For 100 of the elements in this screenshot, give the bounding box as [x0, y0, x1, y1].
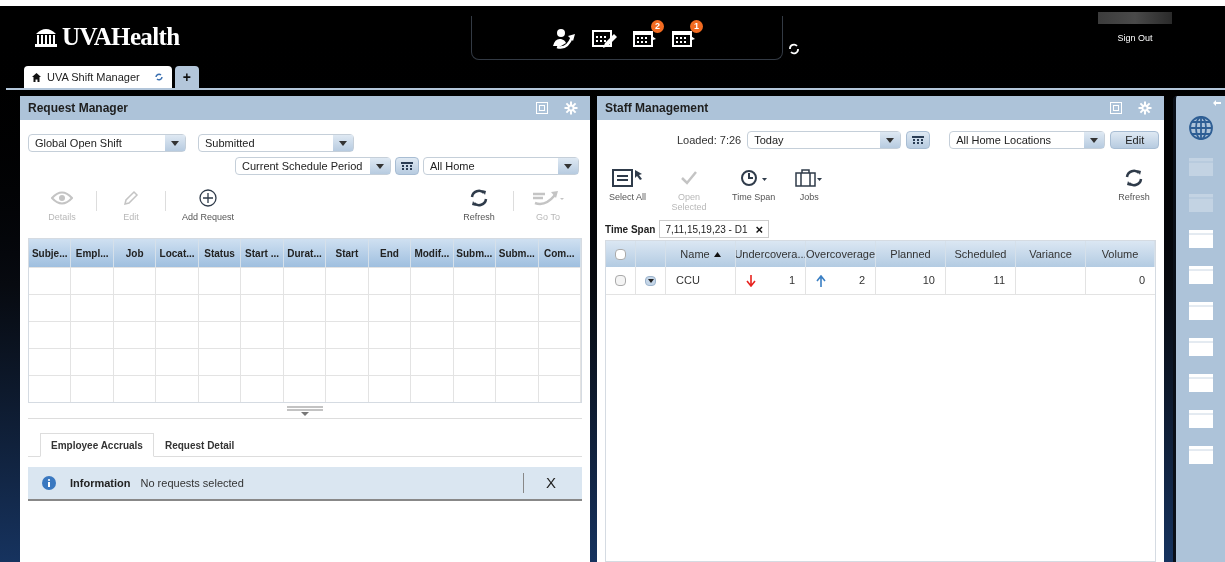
time-span-label: Time Span — [605, 222, 656, 237]
notification-badge: 1 — [690, 20, 703, 33]
pencil-icon — [123, 190, 139, 206]
splitter-handle[interactable] — [287, 406, 323, 416]
globe-icon[interactable] — [1188, 116, 1213, 140]
column-header[interactable]: Start — [326, 239, 369, 267]
sync-icon[interactable] — [788, 43, 800, 55]
app-tab[interactable]: + — [174, 66, 199, 88]
caret-icon — [171, 140, 179, 146]
caret-icon — [339, 140, 347, 146]
column-header[interactable]: Volume — [1086, 241, 1155, 267]
window-icon[interactable] — [1188, 374, 1213, 392]
column-header[interactable]: Empl... — [71, 239, 114, 267]
table-cell-text: CCU — [676, 273, 700, 289]
dropdown[interactable]: All Home Locations — [949, 131, 1106, 149]
window-icon[interactable] — [1188, 410, 1213, 428]
down-arrow-icon — [746, 274, 756, 287]
caret-icon — [886, 137, 895, 143]
column-header[interactable]: Subm... — [496, 239, 539, 267]
column-header[interactable]: Job — [113, 239, 157, 267]
settings-icon[interactable] — [564, 101, 578, 115]
grid-icon — [401, 161, 413, 171]
calendar-pencil-icon — [592, 28, 618, 50]
column-header[interactable]: Status — [198, 239, 242, 267]
panel-title: Staff Management — [605, 100, 710, 117]
tab[interactable]: Request Detail — [153, 433, 246, 457]
window-icon[interactable] — [1188, 302, 1213, 320]
window-icon[interactable] — [1188, 230, 1213, 248]
select-all-icon — [611, 169, 644, 187]
maximize-icon[interactable] — [1110, 102, 1122, 114]
calendar-icon — [672, 28, 696, 48]
dropdown[interactable]: All Home — [423, 157, 579, 175]
collapse-arrow-icon[interactable] — [1213, 100, 1221, 106]
add-icon — [199, 189, 217, 207]
grid-icon — [912, 135, 925, 145]
toolbar-button[interactable]: Refresh — [1108, 167, 1160, 202]
column-header[interactable]: Overcoverage — [806, 241, 876, 267]
caret-icon — [647, 278, 654, 283]
maximize-icon[interactable] — [536, 102, 548, 114]
calendar-icon — [633, 28, 657, 48]
toolbar-button[interactable]: Refresh — [453, 187, 505, 222]
edit-button[interactable]: Edit — [1110, 131, 1160, 149]
column-header[interactable]: Locat... — [156, 239, 199, 267]
refresh-icon — [469, 188, 489, 208]
loaded-time: Loaded: 7:26 — [677, 132, 742, 148]
column-header[interactable]: Variance — [1016, 241, 1086, 267]
panel-title: Request Manager — [28, 100, 130, 117]
building-icon — [34, 26, 58, 47]
logo: UVAHealth — [34, 24, 180, 49]
expand-button[interactable] — [645, 275, 656, 286]
dropdown[interactable]: Submitted — [198, 134, 354, 152]
toolbar-button[interactable]: Select All — [601, 167, 655, 202]
column-header[interactable]: End — [368, 239, 412, 267]
clock-icon — [739, 169, 768, 187]
calendar-button[interactable] — [906, 131, 931, 149]
header-checkbox[interactable] — [615, 248, 626, 260]
info-message: No requests selected — [140, 475, 244, 491]
column-header[interactable]: Subje... — [29, 239, 72, 267]
dropdown[interactable]: Current Schedule Period — [235, 157, 391, 175]
eye-icon — [51, 191, 73, 205]
toolbar-button[interactable]: Jobs — [783, 167, 836, 202]
refresh-icon[interactable] — [153, 72, 164, 82]
calendar-button[interactable] — [395, 157, 419, 175]
column-header[interactable]: Modif... — [411, 239, 454, 267]
dropdown[interactable]: Today — [747, 131, 902, 149]
dropdown[interactable]: Global Open Shift — [28, 134, 186, 152]
window-icon[interactable] — [1188, 446, 1213, 464]
briefcase-icon — [795, 169, 824, 187]
toolbar-button[interactable]: Time Span — [724, 167, 784, 202]
app-tab[interactable]: UVA Shift Manager — [24, 66, 172, 88]
window-icon[interactable] — [1188, 266, 1213, 284]
sort-ascending-icon — [713, 251, 721, 257]
notification-badge: 2 — [651, 20, 664, 33]
table-cell-text: 10 — [922, 273, 935, 289]
settings-icon[interactable] — [1138, 101, 1152, 115]
column-header[interactable]: Scheduled — [946, 241, 1016, 267]
sign-out-link[interactable]: Sign Out — [1117, 32, 1153, 46]
up-arrow-icon — [816, 274, 826, 287]
close-button[interactable]: X — [534, 471, 568, 495]
home-icon — [32, 72, 41, 82]
toolbar-button[interactable]: Add Request — [174, 187, 243, 222]
person-arrow-icon — [551, 28, 577, 50]
row-checkbox[interactable] — [615, 275, 626, 286]
caret-icon — [564, 163, 572, 169]
column-header[interactable]: Durat... — [283, 239, 327, 267]
info-icon — [42, 476, 56, 490]
info-title: Information — [70, 475, 131, 491]
caret-icon — [1090, 137, 1099, 143]
column-header[interactable]: Name — [666, 241, 736, 267]
column-header[interactable]: Com... — [538, 239, 581, 267]
tab[interactable]: Employee Accruals — [40, 433, 154, 457]
caret-icon — [376, 163, 384, 169]
column-header[interactable]: Planned — [876, 241, 946, 267]
column-header[interactable]: Start ... — [241, 239, 284, 267]
remove-button[interactable]: × — [755, 222, 764, 236]
checkmark-icon — [680, 170, 699, 186]
window-icon[interactable] — [1188, 338, 1213, 356]
refresh-icon — [1124, 168, 1144, 188]
column-header[interactable]: Undercovera... — [736, 241, 806, 267]
column-header[interactable]: Subm... — [453, 239, 497, 267]
